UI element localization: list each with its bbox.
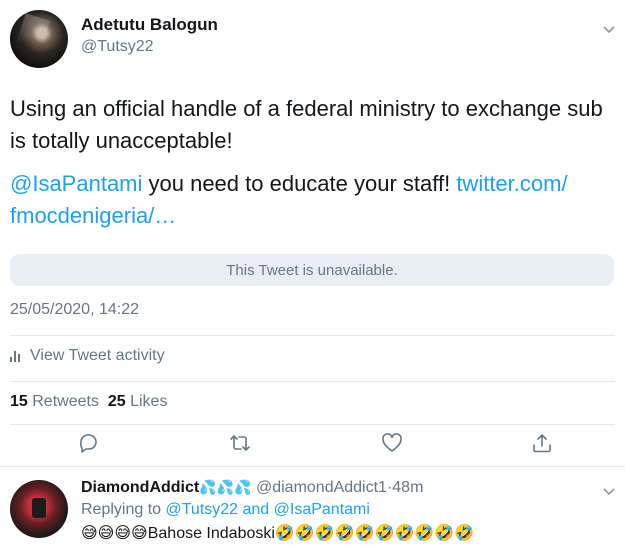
share-icon[interactable]	[531, 432, 553, 454]
author-avatar[interactable]	[10, 10, 68, 68]
retweet-icon[interactable]	[229, 432, 251, 454]
activity-bar-icon	[10, 350, 22, 362]
reply-name-emoji: 💦💦💦	[199, 479, 252, 495]
reply-header: DiamondAddict💦💦💦 @diamondAddict1·48m	[81, 479, 423, 497]
author-name[interactable]: Adetutu Balogun	[81, 15, 218, 35]
mention-link[interactable]: @IsaPantami	[10, 171, 142, 196]
reply-avatar[interactable]	[10, 480, 68, 538]
tweet-text: Using an official handle of a federal mi…	[10, 96, 603, 153]
reply-tweet[interactable]: DiamondAddict💦💦💦 @diamondAddict1·48m Rep…	[0, 466, 625, 550]
retweets-label[interactable]: Retweets	[32, 393, 99, 410]
likes-count[interactable]: 25	[108, 393, 126, 410]
chevron-down-icon[interactable]	[603, 26, 615, 34]
reply-text-body: Bahose Indaboski	[147, 525, 275, 542]
replying-to-handles[interactable]: @Tutsy22 and @IsaPantami	[166, 501, 370, 518]
replying-prefix: Replying to	[81, 501, 166, 518]
reply-emoji-prefix: 😅😅😅😅	[81, 525, 148, 542]
view-activity-button[interactable]: View Tweet activity	[10, 347, 165, 365]
chevron-down-icon[interactable]	[603, 488, 615, 496]
reply-text: 😅😅😅😅Bahose Indaboski🤣🤣🤣🤣🤣🤣🤣🤣🤣🤣	[81, 523, 474, 543]
reply-time[interactable]: 48m	[392, 479, 423, 496]
likes-label[interactable]: Likes	[130, 393, 167, 410]
tweet-text-continued: @IsaPantami you need to educate your sta…	[10, 168, 615, 232]
reply-emoji-suffix: 🤣🤣🤣🤣🤣🤣🤣🤣🤣🤣	[274, 525, 475, 542]
tweet-text-middle: you need to educate your staff!	[142, 171, 457, 196]
quoted-tweet-unavailable: This Tweet is unavailable.	[10, 254, 614, 286]
divider	[10, 335, 615, 336]
action-bar	[0, 432, 625, 454]
reply-author-handle[interactable]: @diamondAddict1	[256, 479, 387, 496]
engagement-stats: 15 Retweets 25 Likes	[10, 393, 167, 411]
author-handle[interactable]: @Tutsy22	[81, 38, 154, 56]
reply-icon[interactable]	[77, 432, 99, 454]
replying-to: Replying to @Tutsy22 and @IsaPantami	[81, 501, 370, 519]
divider	[10, 381, 615, 382]
reply-author-name[interactable]: DiamondAddict	[81, 479, 199, 496]
like-icon[interactable]	[381, 432, 403, 454]
divider	[10, 424, 615, 425]
retweets-count[interactable]: 15	[10, 393, 28, 410]
activity-label: View Tweet activity	[30, 347, 165, 364]
tweet-timestamp[interactable]: 25/05/2020, 14:22	[10, 301, 139, 319]
